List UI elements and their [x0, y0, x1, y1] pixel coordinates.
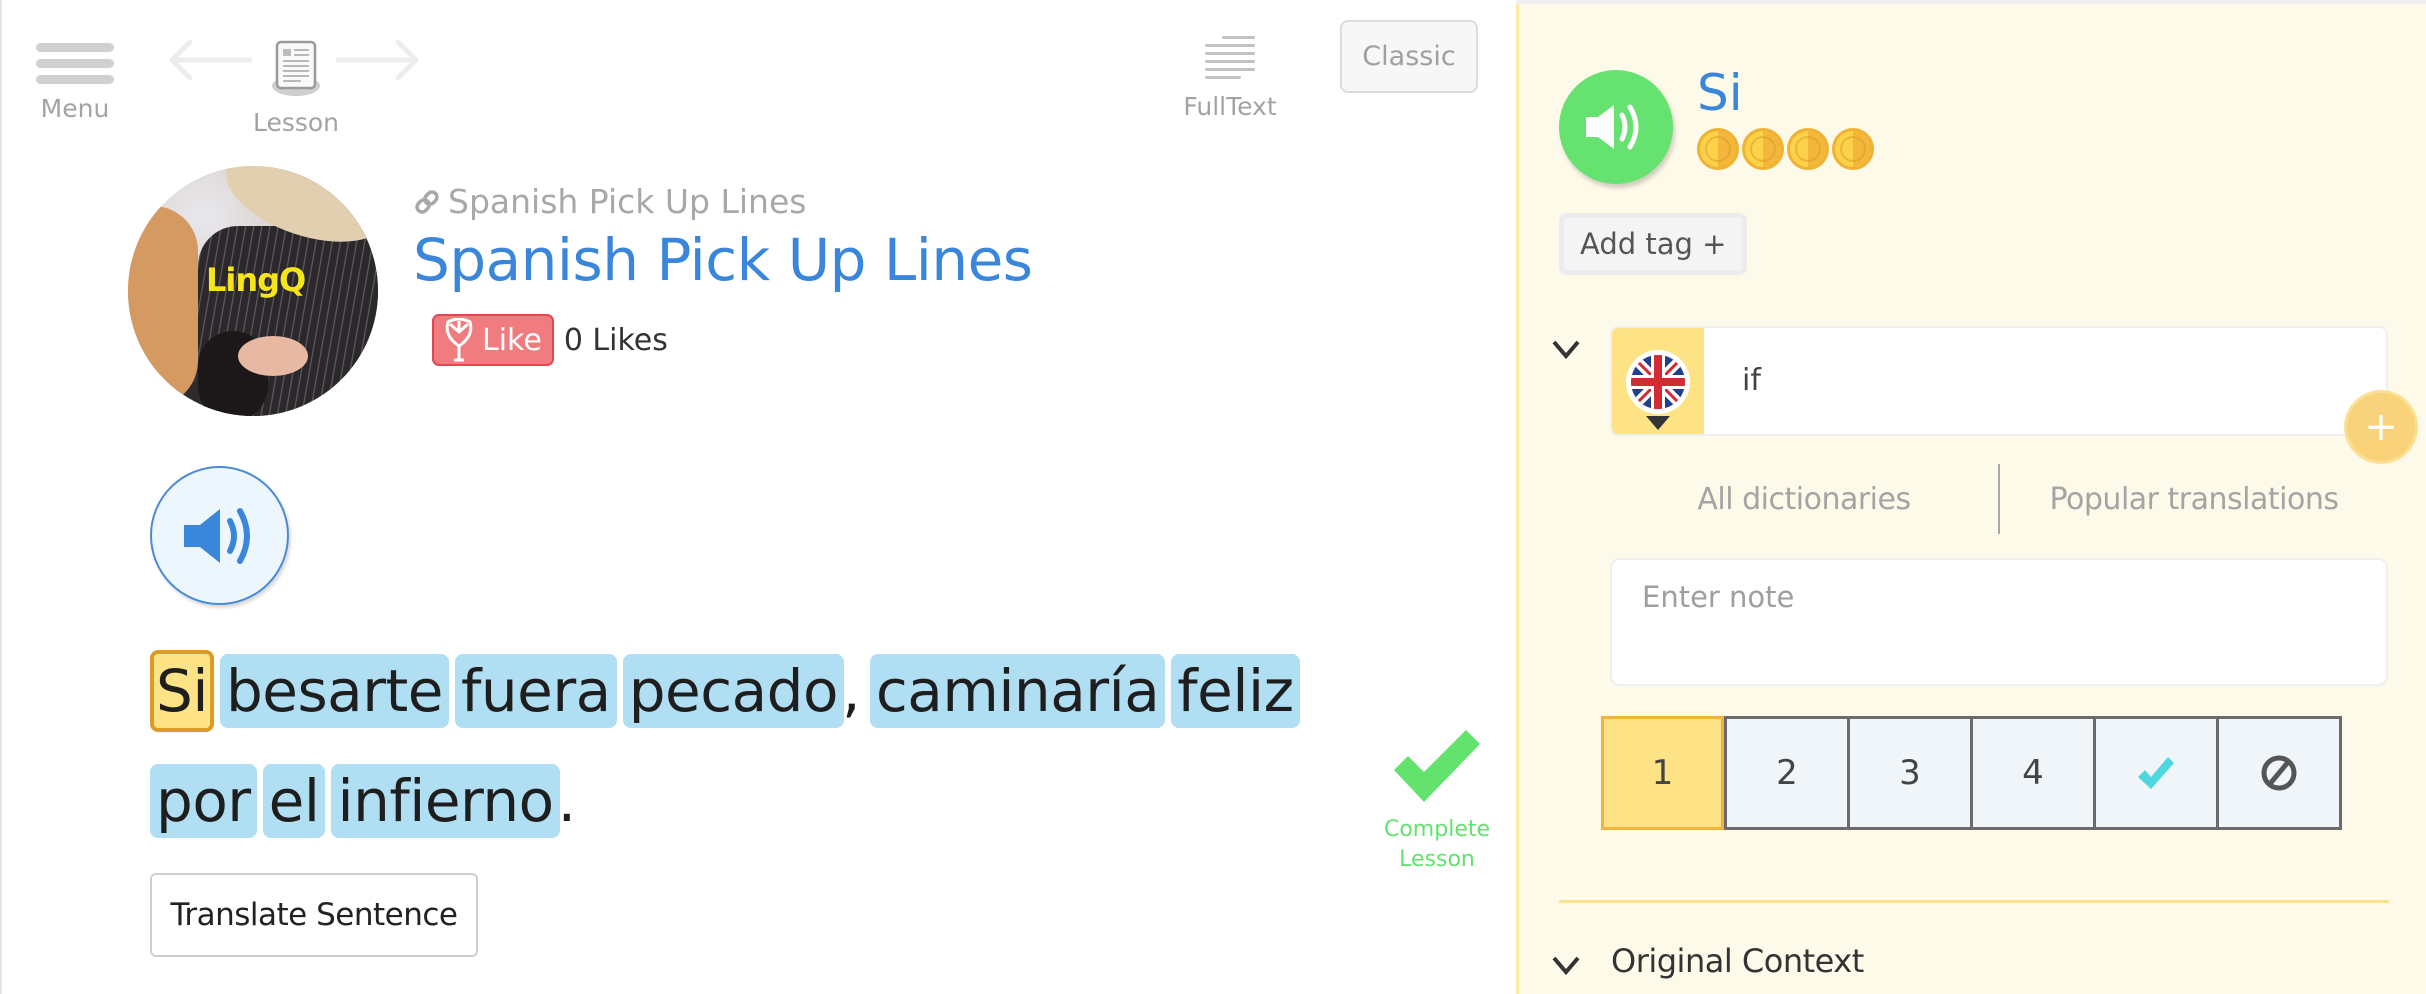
- lesson-title: Spanish Pick Up Lines: [413, 226, 1033, 294]
- fulltext-lines-icon: [1205, 34, 1255, 79]
- status-ignore-button[interactable]: [2216, 719, 2339, 827]
- sentence-word[interactable]: por: [150, 764, 257, 838]
- fulltext-label: FullText: [1183, 92, 1277, 121]
- chevron-down-icon[interactable]: [1551, 954, 1581, 976]
- checkmark-icon: [1394, 730, 1480, 802]
- coin-icon[interactable]: [1697, 128, 1739, 170]
- coin-icon[interactable]: [1832, 128, 1874, 170]
- previous-lesson-arrow-icon[interactable]: [168, 38, 252, 82]
- check-icon: [2138, 757, 2174, 789]
- hint-input[interactable]: [1742, 350, 2342, 410]
- translate-sentence-button[interactable]: Translate Sentence: [150, 873, 478, 957]
- menu-button[interactable]: Menu: [30, 40, 120, 123]
- course-link[interactable]: Spanish Pick Up Lines: [414, 182, 806, 221]
- punctuation: ,: [841, 657, 860, 725]
- hint-language-selector[interactable]: [1612, 328, 1704, 434]
- coin-icon[interactable]: [1787, 128, 1829, 170]
- word-panel: Si Add tag + +: [1516, 4, 2426, 994]
- sentence-word[interactable]: caminaría: [869, 654, 1166, 728]
- like-button[interactable]: Like: [432, 314, 554, 366]
- add-tag-button[interactable]: Add tag +: [1559, 213, 1748, 275]
- next-lesson-arrow-icon[interactable]: [336, 38, 420, 82]
- section-divider: [1559, 900, 2389, 903]
- sentence-word[interactable]: besarte: [219, 654, 449, 728]
- hamburger-icon: [36, 40, 114, 84]
- speaker-icon: [183, 507, 250, 564]
- rose-icon: [445, 318, 473, 362]
- sentence-word[interactable]: pecado: [622, 654, 844, 728]
- like-label: Like: [482, 322, 542, 358]
- status-level-2-button[interactable]: 2: [1724, 719, 1847, 827]
- sentence-word[interactable]: feliz: [1171, 654, 1300, 728]
- complete-label-line1: Complete: [1383, 817, 1491, 842]
- sentence-word[interactable]: infierno: [331, 764, 560, 838]
- status-level-4-button[interactable]: 4: [1970, 719, 2093, 827]
- uk-flag-icon: [1626, 350, 1690, 414]
- original-context-toggle[interactable]: Original Context: [1611, 942, 1864, 980]
- coin-icon[interactable]: [1742, 128, 1784, 170]
- fulltext-button[interactable]: FullText: [1180, 34, 1280, 121]
- course-name: Spanish Pick Up Lines: [448, 182, 807, 221]
- dictionary-tabs: All dictionaries Popular translations: [1610, 464, 2388, 534]
- sentence-word[interactable]: Si: [150, 650, 214, 732]
- left-edge: [0, 0, 2, 994]
- lesson-document-icon: [272, 40, 320, 96]
- like-row: Like 0 Likes: [432, 314, 668, 366]
- hint-row: [1610, 326, 2388, 436]
- status-level-3-button[interactable]: 3: [1847, 719, 1970, 827]
- complete-lesson-button[interactable]: Complete Lesson: [1372, 726, 1502, 875]
- status-level-1-button[interactable]: 1: [1601, 716, 1724, 830]
- likes-count: 0 Likes: [563, 322, 668, 358]
- link-icon: [415, 189, 439, 214]
- lesson-button[interactable]: Lesson: [246, 40, 346, 137]
- tab-popular-translations[interactable]: Popular translations: [2000, 464, 2388, 534]
- lesson-sentence: Si besarte fuera pecado, caminaría feliz por el…: [150, 636, 1370, 856]
- status-known-button[interactable]: [2093, 719, 2216, 827]
- caret-down-icon: [1646, 416, 1670, 430]
- lesson-cover-image: LingQ: [128, 166, 378, 416]
- note-input[interactable]: [1610, 558, 2388, 686]
- reader-area: Menu Lesson FullText Classic LingQ Spani…: [0, 0, 1516, 994]
- coin-rating: [1697, 128, 1874, 170]
- sentence-word[interactable]: fuera: [454, 654, 617, 728]
- lesson-label: Lesson: [252, 108, 340, 137]
- speaker-icon: [1586, 104, 1639, 150]
- selected-term: Si: [1697, 64, 1743, 122]
- word-status-selector: 1234: [1601, 716, 2342, 830]
- play-sentence-audio-button[interactable]: [150, 466, 289, 605]
- ban-icon: [2261, 755, 2297, 791]
- lingq-logo: LingQ: [206, 261, 306, 299]
- punctuation: .: [557, 767, 576, 835]
- add-hint-button[interactable]: +: [2344, 390, 2418, 464]
- classic-mode-button[interactable]: Classic: [1340, 20, 1478, 93]
- complete-label-line2: Lesson: [1399, 847, 1475, 872]
- tab-all-dictionaries[interactable]: All dictionaries: [1610, 464, 1998, 534]
- sentence-word[interactable]: el: [262, 764, 326, 838]
- menu-label: Menu: [40, 94, 110, 123]
- play-word-audio-button[interactable]: [1559, 70, 1673, 184]
- chevron-down-icon[interactable]: [1551, 338, 1581, 360]
